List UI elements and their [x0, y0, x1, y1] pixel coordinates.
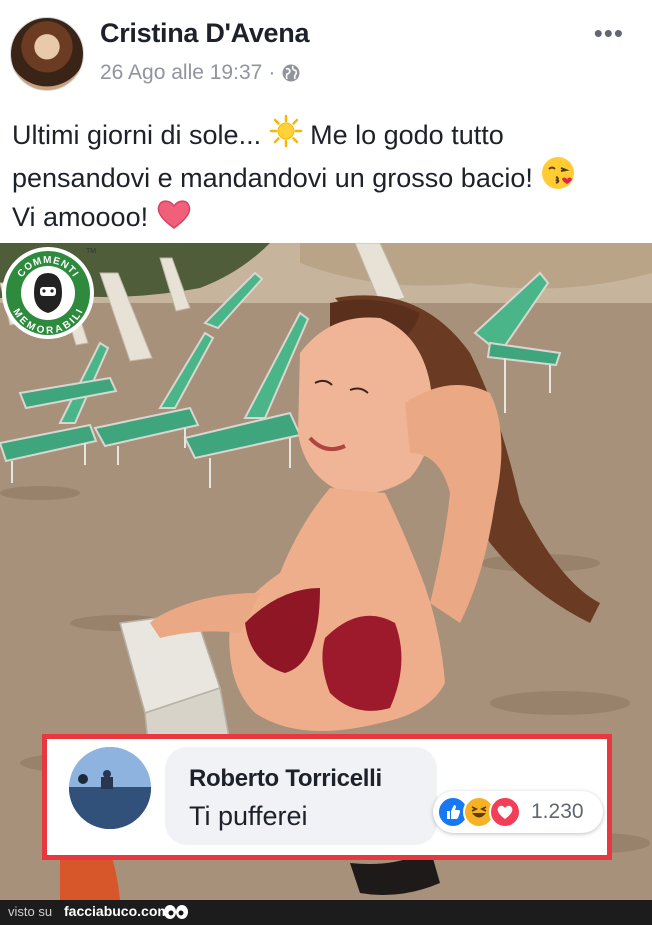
- commenter-name[interactable]: Roberto Torricelli: [189, 765, 382, 793]
- kiss-face-icon: [542, 157, 575, 189]
- eyes-logo-icon: [164, 905, 188, 919]
- author-name[interactable]: Cristina D'Avena: [100, 18, 309, 49]
- meta-separator: ·: [268, 61, 276, 84]
- footer-prefix: visto su: [8, 904, 53, 919]
- highlighted-comment: Roberto Torricelli Ti pufferei 1.230: [42, 734, 612, 860]
- comment-text: Ti pufferei: [189, 801, 308, 831]
- reactions-summary[interactable]: 1.230: [433, 791, 603, 833]
- post-header: Cristina D'Avena 26 Ago alle 19:37 · •••: [0, 0, 652, 96]
- post-text-line-1: Ultimi giorni di sole... Me lo godo tutt…: [12, 114, 642, 155]
- post-text-line-3: Vi amoooo!: [12, 198, 642, 237]
- post-meta: 26 Ago alle 19:37 ·: [100, 61, 301, 85]
- avatar-photo: [69, 747, 151, 829]
- heart-icon: [157, 200, 190, 229]
- post-timestamp[interactable]: 26 Ago alle 19:37: [100, 61, 262, 85]
- badge-tm: TM: [86, 248, 96, 255]
- commenti-memorabili-logo: COMMENTI MEMORABILI TM: [2, 247, 96, 339]
- footer-site-name[interactable]: facciabuco.com: [64, 903, 170, 919]
- ellipsis-icon[interactable]: •••: [594, 20, 624, 46]
- sun-icon: [269, 114, 302, 148]
- author-avatar[interactable]: [10, 17, 84, 91]
- globe-icon: [282, 64, 300, 82]
- commenter-avatar[interactable]: [69, 747, 151, 829]
- watermark-footer: visto su facciabuco.com: [0, 900, 652, 925]
- post-text-line-2: pensandovi e mandandovi un grosso bacio!: [12, 155, 642, 198]
- post-text: Ultimi giorni di sole... Me lo godo tutt…: [12, 114, 642, 237]
- reaction-count: 1.230: [531, 800, 584, 823]
- love-icon: [489, 796, 521, 828]
- comment-bubble: Roberto Torricelli Ti pufferei: [165, 747, 437, 845]
